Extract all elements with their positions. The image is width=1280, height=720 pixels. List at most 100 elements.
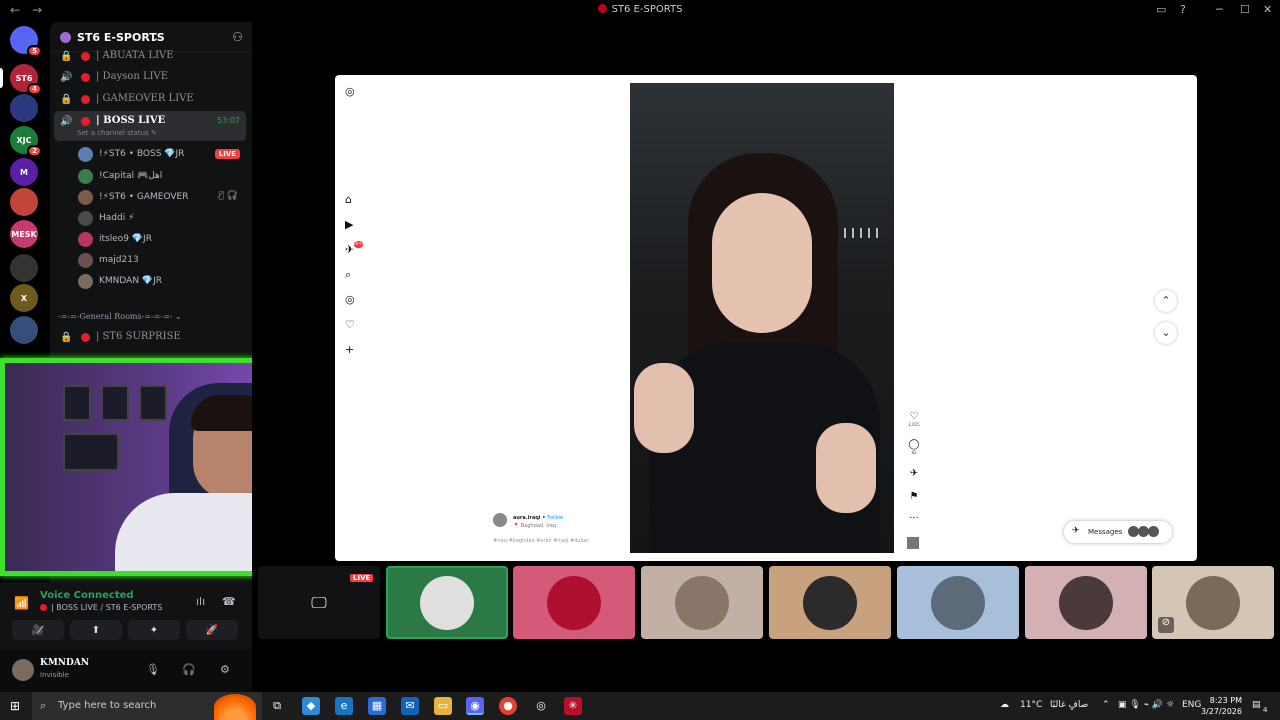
author-name[interactable]: aura.iraqi • Follow — [513, 515, 563, 521]
voice-member[interactable]: !Capital 🎮اهل — [78, 167, 244, 187]
home-icon[interactable]: ⌂ — [345, 193, 352, 206]
participant-tile[interactable] — [897, 566, 1019, 639]
disconnect-icon[interactable]: ☎ — [222, 595, 236, 608]
follow-link[interactable]: Follow — [547, 515, 563, 521]
voice-member[interactable]: majd213 — [78, 251, 244, 271]
file-explorer-icon[interactable]: ▭ — [434, 697, 452, 715]
voice-status[interactable]: Voice Connected — [40, 590, 134, 601]
weather-icon[interactable]: ☁ — [1000, 700, 1009, 710]
signal-icon[interactable]: 📶 — [14, 596, 29, 610]
participant-tile[interactable] — [641, 566, 763, 639]
avatar — [675, 575, 729, 630]
share-screen-button[interactable]: ⬆ — [70, 620, 122, 640]
voice-channel[interactable]: | BOSS LIVE / ST6 E-SPORTS — [40, 603, 162, 612]
tray-chevron-icon[interactable]: ⌃ — [1102, 700, 1110, 710]
help-icon[interactable]: ? — [1180, 3, 1186, 16]
voice-channel-item[interactable]: 🔒 | ABUATA LIVE — [54, 46, 246, 67]
mail-icon[interactable]: ✉ — [401, 697, 419, 715]
author-username[interactable]: aura.iraqi — [513, 515, 541, 521]
discord-taskbar-icon[interactable]: ◉ — [466, 697, 484, 715]
weather-text[interactable]: صافٍ غالبًا — [1050, 700, 1088, 710]
task-view-icon[interactable]: ⧉ — [268, 697, 286, 715]
direct-icon[interactable]: ✈ — [345, 243, 354, 256]
category-general-rooms[interactable]: -=-=-General Rooms-=-=-=- ⌄ — [58, 312, 182, 321]
notifications-icon[interactable]: ▤ — [1252, 700, 1261, 710]
server-icon[interactable] — [10, 316, 38, 344]
notification-count: 4 — [1263, 706, 1268, 714]
server-icon[interactable]: MESK — [10, 220, 38, 248]
bookmark-icon[interactable]: ⚑ — [907, 491, 921, 502]
participant-tile[interactable] — [1025, 566, 1147, 639]
server-icon[interactable]: XJC 2 — [10, 126, 42, 157]
voice-member[interactable]: itsleo9 💎JR — [78, 230, 244, 250]
edge-icon[interactable]: e — [335, 697, 353, 715]
like-icon[interactable]: ♡ 2,015 — [907, 411, 921, 427]
avatar[interactable] — [12, 659, 34, 681]
voice-member[interactable]: !⚡ST6 • BOSS 💎JR LIVE — [78, 145, 244, 165]
participant-tile[interactable] — [386, 566, 508, 639]
audio-thumbnail[interactable] — [907, 537, 919, 549]
next-reel-button[interactable]: ⌄ — [1155, 322, 1177, 344]
share-icon[interactable]: ✈ — [907, 468, 921, 479]
create-icon[interactable]: + — [345, 343, 354, 356]
add-member-icon[interactable]: ⚇ — [232, 30, 243, 44]
store-icon[interactable]: ▦ — [368, 697, 386, 715]
server-icon[interactable]: ST6 4 — [10, 64, 42, 95]
channel-st6-surprise[interactable]: 🔒 | ST6 SURPRISE — [54, 327, 246, 348]
messages-button[interactable]: ✈ Messages — [1064, 521, 1172, 543]
chrome-icon[interactable]: ● — [499, 697, 517, 715]
app-icon[interactable]: ✳ — [564, 697, 582, 715]
voice-channel-item[interactable]: 🔊 | Dayson LIVE — [54, 67, 246, 88]
minimize-button[interactable]: ─ — [1216, 3, 1223, 16]
previous-reel-button[interactable]: ⌃ — [1155, 290, 1177, 312]
close-button[interactable]: ✕ — [1263, 3, 1272, 16]
reel-caption: aura.iraqi • Follow 📍 Baghdad, Iraq #ira… — [493, 513, 653, 547]
server-icon[interactable]: 5 — [10, 26, 42, 57]
instagram-icon[interactable]: ◎ — [345, 85, 355, 98]
server-icon[interactable]: X — [10, 284, 38, 312]
voice-channel-item[interactable]: 🔒 | GAMEOVER LIVE — [54, 89, 246, 110]
heart-icon[interactable]: ♡ — [345, 318, 355, 331]
voice-channel-item[interactable]: 🔊 | BOSS LIVE 53:07 Set a channel status ✎ — [54, 111, 246, 141]
headphones-icon[interactable]: 🎧 — [182, 663, 196, 676]
maximize-button[interactable]: ☐ — [1240, 3, 1250, 16]
more-icon[interactable]: ··· — [907, 513, 921, 524]
clock[interactable]: 8:23 PM 3/27/2026 — [1196, 695, 1242, 717]
weather-sunset-icon[interactable] — [214, 694, 256, 720]
server-icon[interactable] — [10, 254, 38, 282]
server-icon[interactable]: M — [10, 158, 38, 186]
tray-icons[interactable]: ▣ 🎙 ⌁ 🔊 ☼ — [1118, 700, 1174, 710]
obs-icon[interactable]: ◎ — [532, 697, 550, 715]
voice-member[interactable]: KMNDAN 💎JR — [78, 272, 244, 292]
reels-icon[interactable]: ▶ — [345, 218, 353, 231]
soundboard-button[interactable]: 🚀 — [186, 620, 238, 640]
avatar — [1148, 526, 1159, 537]
explore-icon[interactable]: ◎ — [345, 293, 355, 306]
participant-tile[interactable]: ⊘ — [1152, 566, 1274, 639]
reel-video[interactable] — [630, 83, 894, 553]
avatar — [78, 232, 93, 247]
location[interactable]: 📍 Baghdad, Iraq — [513, 523, 556, 529]
camera-off-button[interactable]: 🎥̸ — [12, 620, 64, 640]
hashtags[interactable]: #iraq #baghdad #erbil #iraqi #dubai — [493, 538, 588, 544]
inbox-icon[interactable]: ▭ — [1156, 3, 1166, 16]
participant-tile[interactable] — [513, 566, 635, 639]
username[interactable]: KMNDAN — [40, 658, 89, 668]
server-icon[interactable] — [10, 94, 38, 122]
screen-share-tile[interactable]: 🖵 LIVE — [258, 566, 380, 639]
voice-member[interactable]: Haddi ⚡ — [78, 209, 244, 229]
windows-start-icon[interactable]: ⊞ — [10, 699, 20, 713]
channel-status[interactable]: Set a channel status ✎ — [77, 129, 157, 137]
copilot-icon[interactable]: ◆ — [302, 697, 320, 715]
noise-suppression-icon[interactable]: ılı — [196, 595, 205, 608]
participant-tile[interactable] — [769, 566, 891, 639]
settings-icon[interactable]: ⚙ — [220, 663, 230, 676]
activities-button[interactable]: ✦ — [128, 620, 180, 640]
weather-temp[interactable]: 11°C — [1020, 700, 1042, 710]
server-icon[interactable] — [10, 188, 38, 216]
voice-member[interactable]: !⚡ST6 • GAMEOVER 🎙̸ 🎧̸ — [78, 188, 244, 208]
author-avatar[interactable] — [493, 513, 507, 527]
search-icon[interactable]: ⌕ — [345, 268, 351, 282]
microphone-icon[interactable]: 🎙 — [146, 663, 160, 676]
comment-icon[interactable]: ◯ 82 — [907, 439, 921, 455]
